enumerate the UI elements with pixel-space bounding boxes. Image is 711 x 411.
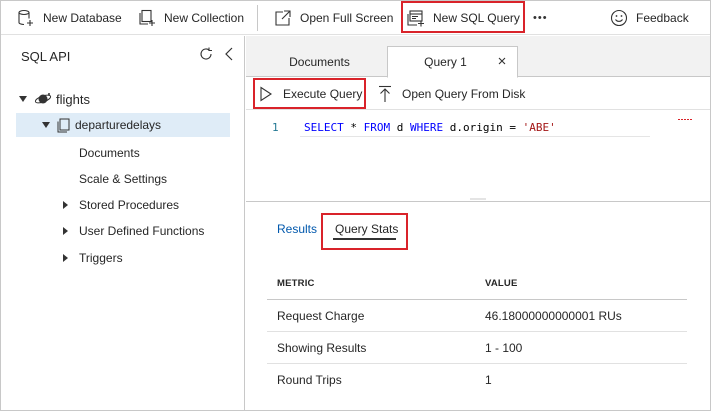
database-planet-icon <box>34 93 52 104</box>
minimap-marker-icon <box>678 119 692 120</box>
sql-keyword: SELECT <box>304 121 344 134</box>
value-cell: 1 <box>485 373 492 387</box>
tab-results[interactable]: Results <box>277 222 317 236</box>
column-header-value: VALUE <box>485 278 518 289</box>
line-number: 1 <box>272 121 279 134</box>
feedback-label: Feedback <box>636 11 689 25</box>
current-line-marker <box>300 136 650 137</box>
upload-icon <box>379 85 391 102</box>
query-editor[interactable]: 1 SELECT * FROM d WHERE d.origin = 'ABE' <box>246 111 710 201</box>
expand-arrow-icon[interactable] <box>63 201 68 209</box>
tree-item-user-defined-functions[interactable]: User Defined Functions <box>1 219 245 243</box>
top-toolbar: New Database New Collection Open Full Sc… <box>1 1 710 35</box>
resource-tree-sidebar: SQL API flights departuredelays Document… <box>1 36 245 410</box>
expand-arrow-icon[interactable] <box>63 227 68 235</box>
table-row: Request Charge 46.18000000000001 RUs <box>267 300 687 332</box>
results-panel: Results Query Stats METRIC VALUE Request… <box>246 202 710 410</box>
metric-cell: Showing Results <box>277 340 367 355</box>
more-menu-button[interactable]: ••• <box>533 1 548 35</box>
execute-query-highlight <box>253 78 366 109</box>
more-icon: ••• <box>533 12 548 24</box>
collection-add-icon <box>139 9 155 26</box>
tree-item-documents[interactable]: Documents <box>1 141 245 165</box>
tab-documents[interactable]: Documents <box>266 46 373 78</box>
metric-cell: Round Trips <box>277 373 342 387</box>
open-full-screen-button[interactable]: Open Full Screen <box>274 1 393 35</box>
tree-item-label: Triggers <box>79 251 123 265</box>
tree-item-label: Stored Procedures <box>79 198 180 212</box>
tree-item-collection[interactable]: departuredelays <box>16 113 230 137</box>
table-header-row: METRIC VALUE <box>267 268 687 300</box>
feedback-button[interactable]: Feedback <box>610 1 689 35</box>
value-cell: 1 - 100 <box>485 340 523 355</box>
database-add-icon <box>18 9 33 26</box>
tab-label: Query 1 <box>424 55 467 69</box>
value-cell: 46.18000000000001 RUs <box>485 308 622 323</box>
tree-item-label: User Defined Functions <box>79 224 205 238</box>
tab-query-1[interactable]: Query 1 <box>387 46 518 78</box>
tree-item-triggers[interactable]: Triggers <box>1 246 245 270</box>
tree-item-stored-procedures[interactable]: Stored Procedures <box>1 193 245 217</box>
sql-keyword: WHERE <box>410 121 444 134</box>
collection-name: departuredelays <box>75 118 162 132</box>
close-icon[interactable] <box>497 56 507 66</box>
open-query-from-disk-button[interactable]: Open Query From Disk <box>378 78 525 110</box>
tree-item-label: Scale & Settings <box>79 172 168 186</box>
tab-label: Documents <box>289 55 350 69</box>
refresh-icon[interactable] <box>198 46 214 62</box>
new-database-label: New Database <box>43 11 122 25</box>
expand-arrow-icon[interactable] <box>42 122 50 128</box>
tree-item-label: Documents <box>79 146 140 160</box>
tree-item-database[interactable]: flights <box>1 87 245 111</box>
new-sql-query-highlight <box>401 1 525 33</box>
api-title: SQL API <box>21 49 71 64</box>
sql-string: 'ABE' <box>522 121 556 134</box>
new-collection-label: New Collection <box>164 11 245 25</box>
query-stats-highlight <box>321 213 408 250</box>
tree-item-scale-settings[interactable]: Scale & Settings <box>1 167 245 191</box>
collection-icon <box>57 118 70 132</box>
database-name: flights <box>56 91 90 107</box>
expand-arrow-icon[interactable] <box>19 96 27 102</box>
new-database-button[interactable]: New Database <box>17 1 122 35</box>
sql-token: d.origin = <box>443 121 523 134</box>
sql-token: d <box>390 121 410 134</box>
open-full-screen-label: Open Full Screen <box>300 11 394 25</box>
open-query-from-disk-label: Open Query From Disk <box>402 87 526 101</box>
expand-arrow-icon[interactable] <box>63 254 68 262</box>
collapse-chevron-icon[interactable] <box>222 46 236 62</box>
new-collection-button[interactable]: New Collection <box>138 1 244 35</box>
metric-cell: Request Charge <box>277 308 365 323</box>
table-row: Showing Results 1 - 100 <box>267 332 687 364</box>
open-external-icon <box>275 10 291 26</box>
sql-keyword: FROM <box>363 121 391 134</box>
query-text[interactable]: SELECT * FROM d WHERE d.origin = 'ABE' <box>304 121 556 134</box>
tab-strip: Documents Query 1 <box>246 36 710 78</box>
table-row: Round Trips 1 <box>267 364 687 396</box>
smiley-icon <box>610 9 628 27</box>
sql-token: * <box>343 121 364 134</box>
toolbar-divider <box>257 5 258 31</box>
column-header-metric: METRIC <box>277 278 315 289</box>
